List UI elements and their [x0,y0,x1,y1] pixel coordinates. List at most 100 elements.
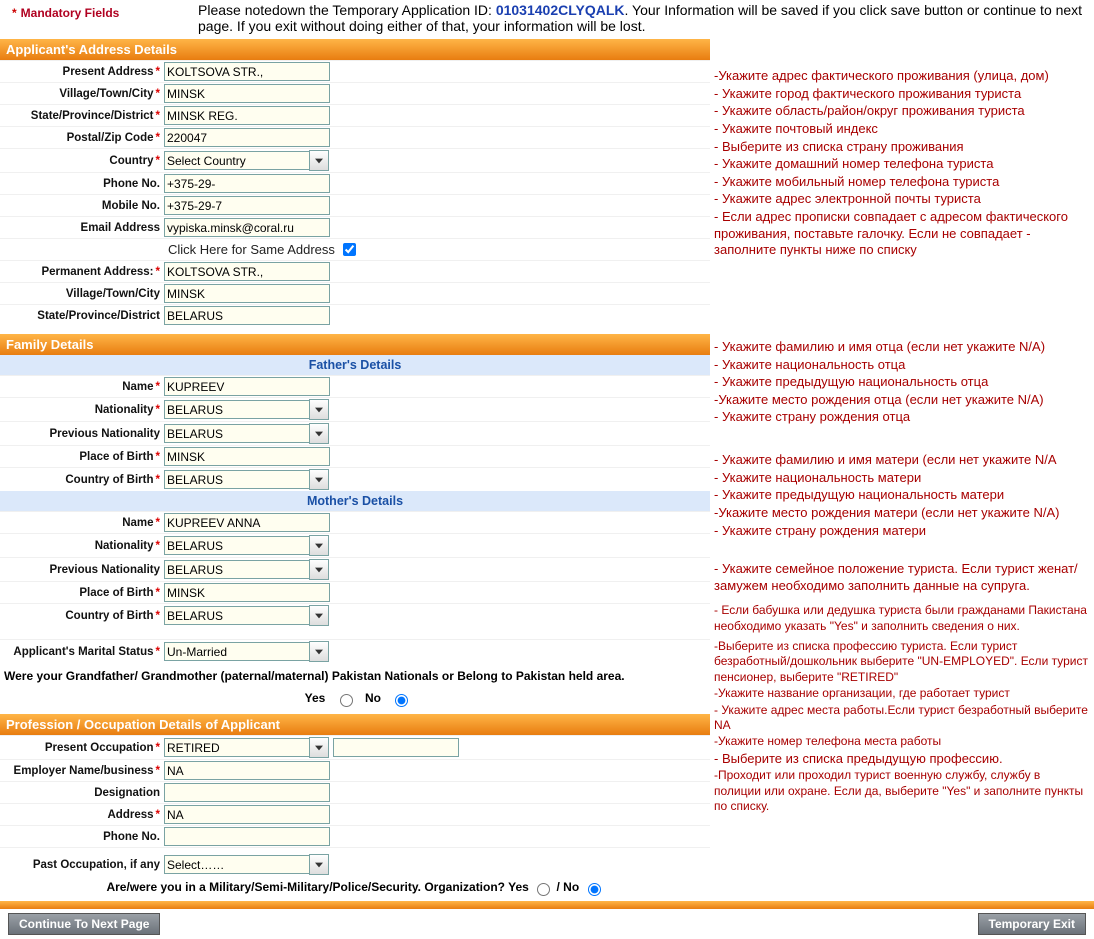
mother-name-input[interactable] [164,513,330,532]
mother-prev-select[interactable] [164,560,309,579]
pak-no-label: No [365,691,381,705]
chevron-down-icon[interactable] [309,854,329,875]
military-no-radio[interactable] [588,883,601,896]
employer-input[interactable] [164,761,330,780]
instruction-text: - Укажите домашний номер телефона турист… [714,156,1090,173]
subsection-father: Father's Details [0,355,710,375]
lbl-state: State/Province/District* [0,110,164,122]
father-cob-select[interactable] [164,470,309,489]
father-pob-input[interactable] [164,447,330,466]
instruction-text: - Укажите почтовый индекс [714,121,1090,138]
lbl-mother-prev: Previous Nationality [0,564,164,576]
mother-nat-select[interactable] [164,536,309,555]
instruction-text: - Укажите адрес места работы.Если турист… [714,703,1090,734]
pakistan-question: Were your Grandfather/ Grandmother (pate… [0,663,710,689]
instruction-text: - Укажите национальность матери [714,470,1090,487]
instruction-text: - Укажите адрес электронной почты турист… [714,191,1090,208]
pakistan-no-radio[interactable] [395,694,408,707]
lbl-mother-nat: Nationality* [0,540,164,552]
continue-button[interactable]: Continue To Next Page [8,913,160,935]
instruction-text: - Укажите город фактического проживания … [714,86,1090,103]
same-address-checkbox[interactable] [343,243,356,256]
section-address: Applicant's Address Details [0,38,710,60]
footer-bar [0,900,1094,909]
chevron-down-icon[interactable] [309,469,329,490]
instruction-text: - Если адрес прописки совпадает с адресо… [714,209,1090,259]
state-input[interactable] [164,106,330,125]
past-occ-select[interactable] [164,855,309,874]
occ-address-input[interactable] [164,805,330,824]
lbl-present-address: Present Address* [0,66,164,78]
pakistan-yes-radio[interactable] [340,694,353,707]
country-select[interactable] [164,151,309,170]
chevron-down-icon[interactable] [309,641,329,662]
father-name-input[interactable] [164,377,330,396]
military-yes-radio[interactable] [537,883,550,896]
lbl-past-occ: Past Occupation, if any [0,859,164,871]
chevron-down-icon[interactable] [309,423,329,444]
instruction-text: - Укажите национальность отца [714,357,1090,374]
chevron-down-icon[interactable] [309,605,329,626]
chevron-down-icon[interactable] [309,559,329,580]
perm-village-input[interactable] [164,284,330,303]
instruction-text: - Укажите мобильный номер телефона турис… [714,174,1090,191]
lbl-present-occ: Present Occupation* [0,742,164,754]
lbl-mother-cob: Country of Birth* [0,610,164,622]
lbl-father-prev: Previous Nationality [0,428,164,440]
instruction-text: -Укажите номер телефона места работы [714,734,1090,749]
lbl-designation: Designation [0,787,164,799]
lbl-father-name: Name* [0,381,164,393]
lbl-employer: Employer Name/business* [0,765,164,777]
lbl-mother-name: Name* [0,517,164,529]
lbl-father-nat: Nationality* [0,404,164,416]
lbl-mother-pob: Place of Birth* [0,587,164,599]
lbl-occ-address: Address* [0,809,164,821]
chevron-down-icon[interactable] [309,737,329,758]
village-input[interactable] [164,84,330,103]
chevron-down-icon[interactable] [309,150,329,171]
instruction-text: -Укажите место рождения отца (если нет у… [714,392,1090,409]
instruction-text: - Укажите область/район/округ проживания… [714,103,1090,120]
instruction-text: - Укажите семейное положение туриста. Ес… [714,561,1090,594]
perm-state-input[interactable] [164,306,330,325]
instruction-text: - Если бабушка или дедушка туриста были … [714,603,1090,634]
instruction-text: - Укажите страну рождения отца [714,409,1090,426]
present-occ-select[interactable] [164,738,309,757]
present-occ-extra-input[interactable] [333,738,459,757]
lbl-country: Country* [0,155,164,167]
postal-input[interactable] [164,128,330,147]
temporary-exit-button[interactable]: Temporary Exit [978,913,1086,935]
instruction-text: - Укажите страну рождения матери [714,523,1090,540]
marital-select[interactable] [164,642,309,661]
father-prev-select[interactable] [164,424,309,443]
instruction-text: - Выберите из списка страну проживания [714,139,1090,156]
chevron-down-icon[interactable] [309,399,329,420]
lbl-village: Village/Town/City* [0,88,164,100]
chevron-down-icon[interactable] [309,535,329,556]
father-nat-select[interactable] [164,400,309,419]
subsection-mother: Mother's Details [0,491,710,511]
pak-yes-label: Yes [305,691,326,705]
mother-cob-select[interactable] [164,606,309,625]
application-id: 01031402CLYQALK [496,2,625,18]
instruction-text: -Укажите адрес фактического проживания (… [714,68,1090,85]
app-id-notice: Please notedown the Temporary Applicatio… [198,0,1094,38]
email-input[interactable] [164,218,330,237]
lbl-phone: Phone No. [0,178,164,190]
lbl-perm-state: State/Province/District [0,310,164,322]
perm-address-input[interactable] [164,262,330,281]
instruction-text: - Укажите фамилию и имя матери (если нет… [714,452,1090,469]
instruction-text: - Укажите предыдущую национальность отца [714,374,1090,391]
lbl-postal: Postal/Zip Code* [0,132,164,144]
instruction-text: - Выберите из списка предыдущую професси… [714,751,1090,768]
phone-input[interactable] [164,174,330,193]
lbl-perm-village: Village/Town/City [0,288,164,300]
occ-phone-input[interactable] [164,827,330,846]
mother-pob-input[interactable] [164,583,330,602]
mobile-input[interactable] [164,196,330,215]
instruction-text: -Проходит или проходил турист военную сл… [714,768,1090,814]
present-address-input[interactable] [164,62,330,81]
designation-input[interactable] [164,783,330,802]
instruction-text: -Выберите из списка профессию туриста. Е… [714,639,1090,685]
lbl-marital: Applicant's Marital Status* [0,646,164,658]
